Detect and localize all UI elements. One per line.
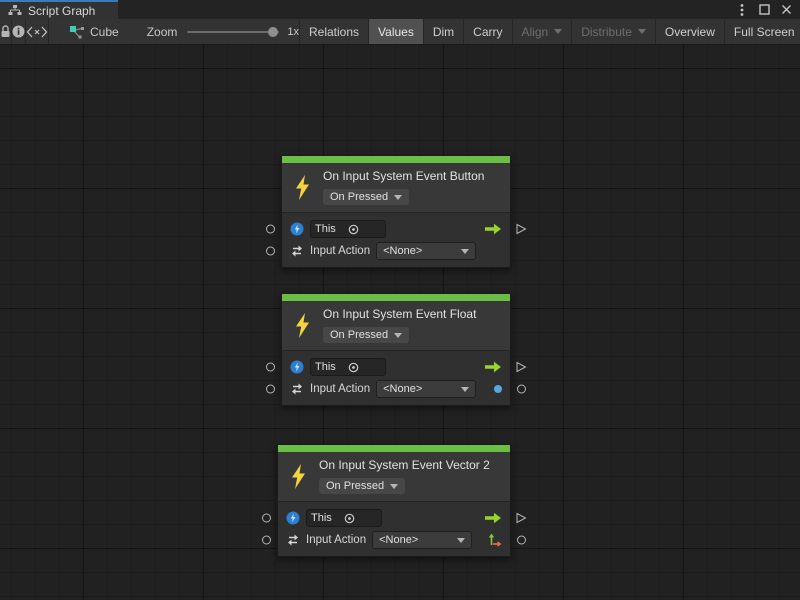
zoom-label: Zoom [147, 25, 178, 39]
zoom-slider-handle[interactable] [268, 27, 278, 37]
dim-button[interactable]: Dim [423, 19, 463, 44]
input-port-value[interactable] [266, 247, 275, 256]
align-button[interactable]: Align [512, 19, 572, 44]
input-action-dropdown[interactable]: <None> [376, 380, 476, 398]
node-body: This [282, 350, 510, 405]
input-port-flow[interactable] [262, 514, 271, 523]
code-preview-icon[interactable] [26, 19, 49, 44]
output-port-flow[interactable] [515, 512, 527, 524]
node-on-input-system-event-button[interactable]: On Input System Event Button On Pressed … [281, 155, 511, 268]
input-port-value[interactable] [262, 536, 271, 545]
values-button[interactable]: Values [368, 19, 423, 44]
this-object-field[interactable]: This [310, 220, 386, 238]
input-port-flow[interactable] [266, 363, 275, 372]
this-object-field[interactable]: This [310, 358, 386, 376]
output-port-flow[interactable] [515, 361, 527, 373]
graph-canvas[interactable]: On Input System Event Button On Pressed … [0, 45, 800, 600]
graph-asset-icon [69, 25, 85, 39]
input-action-dropdown[interactable]: <None> [376, 242, 476, 260]
chevron-down-icon [554, 29, 562, 34]
node-title: On Input System Event Float [323, 307, 476, 321]
event-dropdown[interactable]: On Pressed [319, 478, 405, 494]
output-port-vector2[interactable] [517, 536, 526, 545]
node-accent-bar [282, 156, 510, 163]
port-row-this: This [286, 507, 502, 529]
chevron-down-icon [461, 387, 469, 392]
gameobject-icon [286, 511, 300, 525]
tab-bar: Script Graph [0, 0, 800, 19]
input-action-icon [290, 382, 304, 396]
chevron-down-icon [390, 484, 398, 489]
input-action-dropdown[interactable]: <None> [372, 531, 472, 549]
node-header[interactable]: On Input System Event Button On Pressed [282, 163, 510, 212]
info-icon[interactable] [12, 19, 26, 44]
lock-icon[interactable] [0, 19, 12, 44]
input-port-value[interactable] [266, 385, 275, 394]
carry-button[interactable]: Carry [463, 19, 511, 44]
chevron-down-icon [457, 538, 465, 543]
graph-hierarchy-icon [8, 5, 22, 17]
gameobject-icon [290, 222, 304, 236]
zoom-control: Zoom 1x [147, 19, 299, 44]
object-picker-icon[interactable] [344, 513, 377, 524]
gameobject-icon [290, 360, 304, 374]
this-object-field[interactable]: This [306, 509, 382, 527]
node-body: This [278, 501, 510, 556]
port-row-this: This [290, 218, 502, 240]
flow-arrow-icon [484, 361, 502, 373]
maximize-icon[interactable] [756, 2, 772, 18]
input-action-label: Input Action [306, 534, 366, 546]
toolbar-buttons: Relations Values Dim Carry Align Distrib… [299, 19, 800, 44]
lightning-bolt-icon [294, 313, 311, 338]
object-picker-icon[interactable] [348, 224, 381, 235]
node-header[interactable]: On Input System Event Vector 2 On Presse… [278, 452, 510, 501]
output-port-flow[interactable] [515, 223, 527, 235]
tab-title: Script Graph [28, 4, 95, 18]
port-row-this: This [290, 356, 502, 378]
chevron-down-icon [394, 195, 402, 200]
zoom-slider[interactable] [187, 31, 279, 33]
node-on-input-system-event-vector2[interactable]: On Input System Event Vector 2 On Presse… [277, 444, 511, 557]
tab-script-graph[interactable]: Script Graph [0, 0, 118, 19]
lightning-bolt-icon [294, 175, 311, 200]
lightning-bolt-icon [290, 464, 307, 489]
kebab-menu-icon[interactable] [734, 2, 750, 18]
node-on-input-system-event-float[interactable]: On Input System Event Float On Pressed T… [281, 293, 511, 406]
port-row-input-action: Input Action <None> [290, 378, 502, 400]
graph-toolbar: Cube Zoom 1x Relations Values Dim Carry … [0, 19, 800, 45]
input-action-label: Input Action [310, 245, 370, 257]
chevron-down-icon [638, 29, 646, 34]
relations-button[interactable]: Relations [299, 19, 368, 44]
node-title: On Input System Event Button [323, 169, 484, 183]
event-dropdown[interactable]: On Pressed [323, 327, 409, 343]
float-value-icon [494, 385, 502, 393]
zoom-value: 1x [287, 26, 299, 38]
node-header[interactable]: On Input System Event Float On Pressed [282, 301, 510, 350]
output-port-float[interactable] [517, 385, 526, 394]
port-row-input-action: Input Action <None> [286, 529, 502, 551]
distribute-button[interactable]: Distribute [571, 19, 655, 44]
input-action-icon [286, 533, 300, 547]
port-row-input-action: Input Action <None> [290, 240, 502, 262]
node-accent-bar [278, 445, 510, 452]
close-icon[interactable] [778, 2, 794, 18]
chevron-down-icon [461, 249, 469, 254]
event-dropdown[interactable]: On Pressed [323, 189, 409, 205]
graph-target-label: Cube [90, 25, 119, 39]
node-body: This [282, 212, 510, 267]
input-action-label: Input Action [310, 383, 370, 395]
flow-arrow-icon [484, 512, 502, 524]
node-title: On Input System Event Vector 2 [319, 458, 490, 472]
input-port-flow[interactable] [266, 225, 275, 234]
fullscreen-button[interactable]: Full Screen [724, 19, 800, 44]
input-action-icon [290, 244, 304, 258]
chevron-down-icon [394, 333, 402, 338]
window-controls [734, 0, 800, 19]
graph-target[interactable]: Cube [69, 19, 119, 44]
flow-arrow-icon [484, 223, 502, 235]
vector2-value-icon [487, 533, 502, 548]
overview-button[interactable]: Overview [655, 19, 724, 44]
object-picker-icon[interactable] [348, 362, 381, 373]
node-accent-bar [282, 294, 510, 301]
